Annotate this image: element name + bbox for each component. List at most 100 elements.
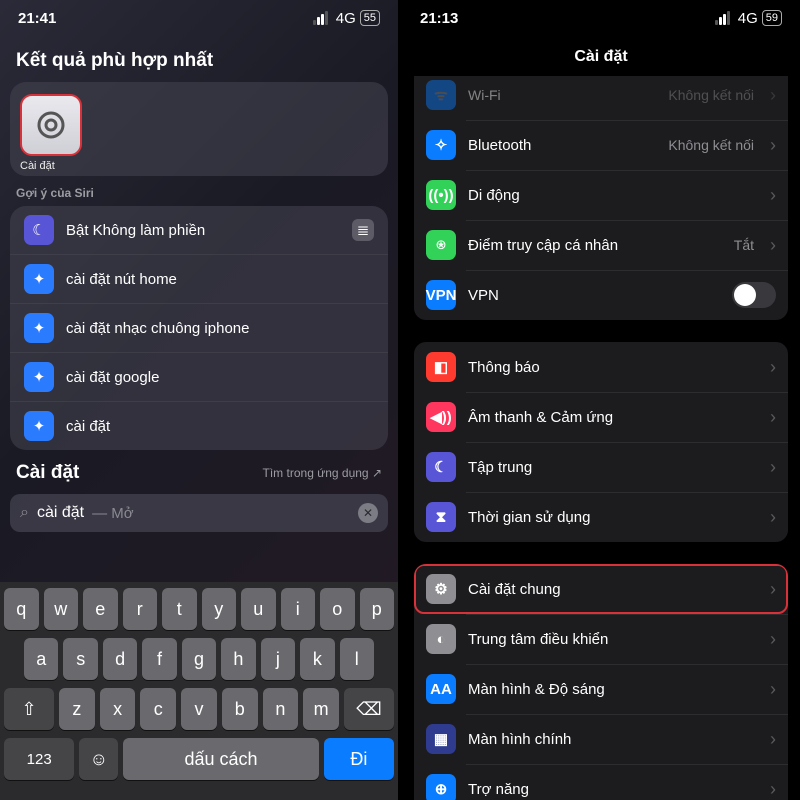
- settings-row-disp[interactable]: AAMàn hình & Độ sáng›: [414, 664, 788, 714]
- settings-row-bt[interactable]: ✧BluetoothKhông kết nối›: [414, 120, 788, 170]
- chevron-right-icon: ›: [770, 679, 776, 700]
- search-in-app-link[interactable]: Tìm trong ứng dụng ↗: [263, 466, 382, 480]
- settings-row-home[interactable]: ▦Màn hình chính›: [414, 714, 788, 764]
- key-m[interactable]: m: [303, 688, 339, 730]
- suggestion-label: cài đặt: [66, 418, 110, 435]
- chevron-right-icon: ›: [770, 779, 776, 800]
- key-b[interactable]: b: [222, 688, 258, 730]
- search-field[interactable]: ⌕ cài đặt — Mở ✕: [10, 494, 388, 532]
- suggestion-row[interactable]: ☾Bật Không làm phiền≣: [10, 206, 388, 254]
- moon-icon: ☾: [24, 215, 54, 245]
- key-a[interactable]: a: [24, 638, 58, 680]
- settings-row-vpn[interactable]: VPN VPN: [414, 270, 788, 320]
- clear-search-icon[interactable]: ✕: [358, 503, 378, 523]
- key-z[interactable]: z: [59, 688, 95, 730]
- key-j[interactable]: j: [261, 638, 295, 680]
- key-u[interactable]: u: [241, 588, 276, 630]
- settings-app-icon[interactable]: [20, 94, 82, 156]
- settings-group: ◧Thông báo›◀))Âm thanh & Cảm ứng›☾Tập tr…: [414, 342, 788, 542]
- suggestion-row[interactable]: ✦cài đặt: [10, 401, 388, 450]
- key-emoji[interactable]: ☺: [79, 738, 118, 780]
- gen-icon: ⚙: [426, 574, 456, 604]
- suggestion-row[interactable]: ✦ cài đặt nút home: [10, 254, 388, 303]
- vpn-icon: VPN: [426, 280, 456, 310]
- settings-row-acc[interactable]: ⊕Trợ năng›: [414, 764, 788, 800]
- row-label: Di động: [468, 187, 758, 204]
- settings-row-cc[interactable]: ◐Trung tâm điều khiển›: [414, 614, 788, 664]
- suggestion-label: cài đặt nút home: [66, 271, 177, 288]
- row-label: Bluetooth: [468, 137, 656, 154]
- suggestion-label: cài đặt nhạc chuông iphone: [66, 320, 249, 337]
- settings-group: ⚙Cài đặt chung›◐Trung tâm điều khiển›AAM…: [414, 564, 788, 800]
- settings-row-time[interactable]: ⧗Thời gian sử dụng›: [414, 492, 788, 542]
- safari-icon: ✦: [24, 313, 54, 343]
- key-space[interactable]: dấu cách: [123, 738, 318, 780]
- key-l[interactable]: l: [340, 638, 374, 680]
- cc-icon: ◐: [426, 624, 456, 654]
- key-t[interactable]: t: [162, 588, 197, 630]
- key-k[interactable]: k: [300, 638, 334, 680]
- suggestion-row[interactable]: ✦cài đặt google: [10, 352, 388, 401]
- settings-row-bell[interactable]: ◧Thông báo›: [414, 342, 788, 392]
- heading-settings: Cài đặt: [16, 462, 79, 484]
- key-x[interactable]: x: [100, 688, 136, 730]
- stack-icon[interactable]: ≣: [352, 219, 374, 241]
- settings-row-wifi[interactable]: ᯤWi-FiKhông kết nối›: [414, 76, 788, 120]
- key-h[interactable]: h: [221, 638, 255, 680]
- chevron-right-icon: ›: [770, 235, 776, 256]
- settings-row-focus[interactable]: ☾Tập trung›: [414, 442, 788, 492]
- key-y[interactable]: y: [202, 588, 237, 630]
- row-label: Thời gian sử dụng: [468, 509, 758, 526]
- key-backspace[interactable]: ⌫: [344, 688, 394, 730]
- row-label: VPN: [468, 287, 720, 304]
- key-c[interactable]: c: [140, 688, 176, 730]
- sound-icon: ◀)): [426, 402, 456, 432]
- chevron-right-icon: ›: [770, 457, 776, 478]
- key-n[interactable]: n: [263, 688, 299, 730]
- settings-row-sound[interactable]: ◀))Âm thanh & Cảm ứng›: [414, 392, 788, 442]
- search-hint: — Mở: [92, 505, 134, 522]
- hs-icon: ⍟: [426, 230, 456, 260]
- safari-icon: ✦: [24, 362, 54, 392]
- settings-app-label: Cài đặt: [20, 160, 55, 172]
- cell-icon: ((•)): [426, 180, 456, 210]
- settings-row-gen[interactable]: ⚙Cài đặt chung›: [414, 564, 788, 614]
- row-label: Âm thanh & Cảm ứng: [468, 409, 758, 426]
- key-123[interactable]: 123: [4, 738, 74, 780]
- key-i[interactable]: i: [281, 588, 316, 630]
- battery-icon: 59: [762, 10, 782, 26]
- key-shift[interactable]: ⇧: [4, 688, 54, 730]
- best-match-card[interactable]: Cài đặt: [10, 82, 388, 176]
- row-label: Wi-Fi: [468, 87, 656, 103]
- chevron-right-icon: ›: [770, 729, 776, 750]
- key-g[interactable]: g: [182, 638, 216, 680]
- chevron-right-icon: ›: [770, 135, 776, 156]
- heading-siri: Gợi ý của Siri: [0, 176, 398, 206]
- key-f[interactable]: f: [142, 638, 176, 680]
- status-net: 4G: [738, 10, 758, 27]
- spotlight-pane: 21:41 4G 55 Kết quả phù hợp nhất Cài đặt…: [0, 0, 400, 800]
- key-o[interactable]: o: [320, 588, 355, 630]
- key-p[interactable]: p: [360, 588, 395, 630]
- row-label: Thông báo: [468, 359, 758, 376]
- key-d[interactable]: d: [103, 638, 137, 680]
- key-r[interactable]: r: [123, 588, 158, 630]
- settings-row-hs[interactable]: ⍟Điểm truy cập cá nhânTắt›: [414, 220, 788, 270]
- gear-icon: [31, 105, 71, 145]
- row-label: Trợ năng: [468, 781, 758, 798]
- safari-icon: ✦: [24, 264, 54, 294]
- settings-row-cell[interactable]: ((•))Di động›: [414, 170, 788, 220]
- row-label: Màn hình chính: [468, 731, 758, 748]
- key-go[interactable]: Đi: [324, 738, 394, 780]
- search-icon: ⌕: [20, 504, 29, 522]
- toggle[interactable]: [732, 282, 776, 308]
- signal-icon: [715, 11, 730, 25]
- bell-icon: ◧: [426, 352, 456, 382]
- key-w[interactable]: w: [44, 588, 79, 630]
- suggestion-row[interactable]: ✦ cài đặt nhạc chuông iphone: [10, 303, 388, 352]
- key-s[interactable]: s: [63, 638, 97, 680]
- key-e[interactable]: e: [83, 588, 118, 630]
- key-v[interactable]: v: [181, 688, 217, 730]
- signal-icon: [313, 11, 328, 25]
- key-q[interactable]: q: [4, 588, 39, 630]
